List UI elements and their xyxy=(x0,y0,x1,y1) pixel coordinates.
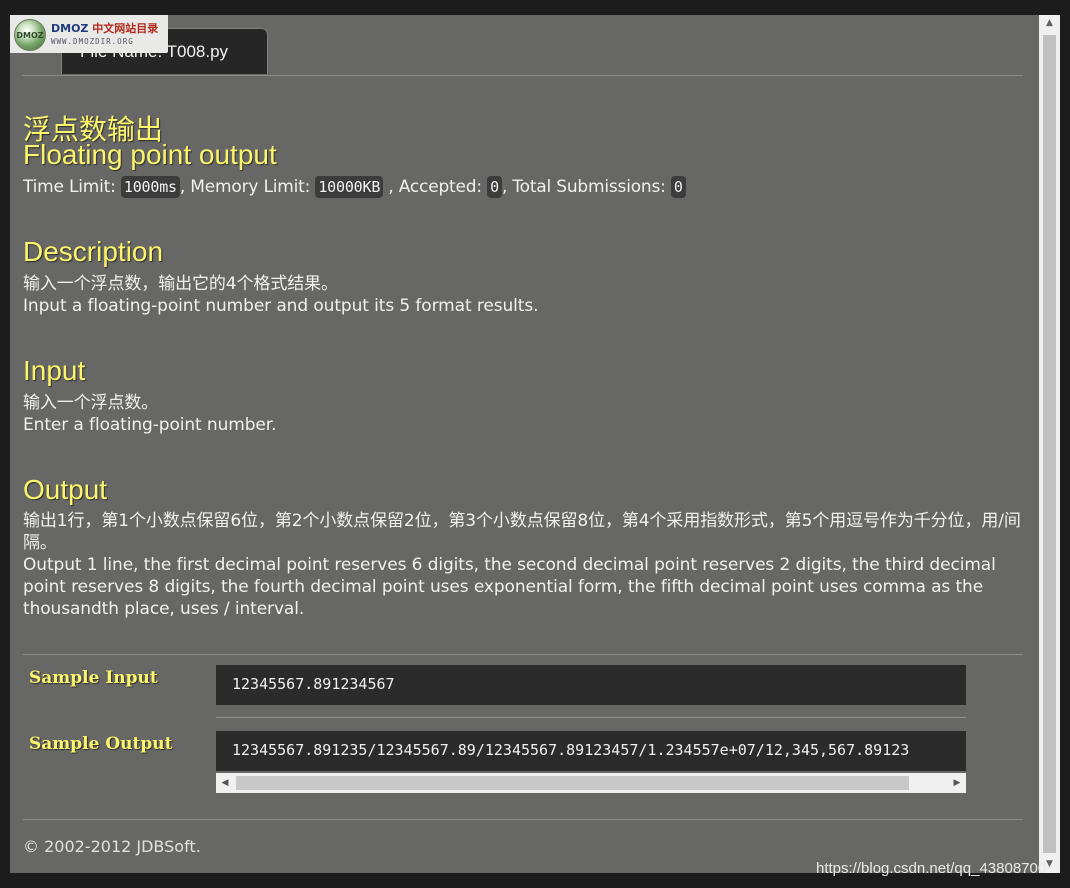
sample-input-label: Sample Input xyxy=(29,668,158,688)
scroll-thumb[interactable] xyxy=(236,776,909,790)
footer-copyright: © 2002-2012 JDBSoft. xyxy=(23,837,201,856)
samples-sub-divider xyxy=(216,717,966,718)
scroll-up-icon[interactable]: ▲ xyxy=(1039,15,1060,32)
memory-limit-label: , Memory Limit: xyxy=(179,177,316,197)
sample-input-box[interactable]: 12345567.891234567 xyxy=(216,665,966,705)
sample-output-box[interactable]: 12345567.891235/12345567.89/12345567.891… xyxy=(216,731,966,771)
memory-limit-value: 10000KB xyxy=(315,176,384,198)
vertical-scroll-thumb[interactable] xyxy=(1043,35,1056,853)
time-limit-label: Time Limit: xyxy=(23,177,121,197)
accepted-value: 0 xyxy=(487,176,502,198)
description-en: Input a floating-point number and output… xyxy=(23,296,539,316)
output-en: Output 1 line, the first decimal point r… xyxy=(23,555,996,619)
output-cn: 输出1行，第1个小数点保留6位，第2个小数点保留2位，第3个小数点保留8位，第4… xyxy=(23,511,1021,553)
logo-brand: DMOZ 中文网站目录 xyxy=(51,22,159,35)
problem-window: DMOZ DMOZ 中文网站目录 WWW.DMOZDIR.ORG File Na… xyxy=(10,15,1039,873)
site-logo[interactable]: DMOZ DMOZ 中文网站目录 WWW.DMOZDIR.ORG xyxy=(10,15,168,53)
tab-divider xyxy=(22,75,1023,76)
submissions-value: 0 xyxy=(670,176,686,198)
submissions-label: , Total Submissions: xyxy=(501,177,671,197)
scroll-right-icon[interactable]: ▶ xyxy=(948,773,966,793)
problem-title-en: Floating point output xyxy=(23,139,277,170)
scroll-left-icon[interactable]: ◀ xyxy=(216,773,234,793)
input-en: Enter a floating-point number. xyxy=(23,415,277,435)
output-heading: Output xyxy=(23,474,108,505)
logo-url: WWW.DMOZDIR.ORG xyxy=(51,37,134,46)
watermark: https://blog.csdn.net/qq_43808700 xyxy=(816,860,1047,877)
input-cn: 输入一个浮点数。 xyxy=(23,393,159,413)
globe-icon: DMOZ xyxy=(14,19,46,51)
accepted-label: , Accepted: xyxy=(383,177,488,197)
time-limit-value: 1000ms xyxy=(120,176,180,198)
input-heading: Input xyxy=(23,355,86,386)
problem-limits: Time Limit: 1000ms, Memory Limit: 10000K… xyxy=(23,176,686,198)
description-heading: Description xyxy=(23,236,164,267)
sample-output-scrollbar[interactable]: ◀ ▶ xyxy=(216,773,966,793)
vertical-scrollbar[interactable]: ▲ ▼ xyxy=(1039,15,1060,873)
samples-divider xyxy=(23,654,1023,655)
footer-divider xyxy=(23,819,1023,820)
description-cn: 输入一个浮点数，输出它的4个格式结果。 xyxy=(23,274,338,294)
sample-output-label: Sample Output xyxy=(29,734,173,754)
